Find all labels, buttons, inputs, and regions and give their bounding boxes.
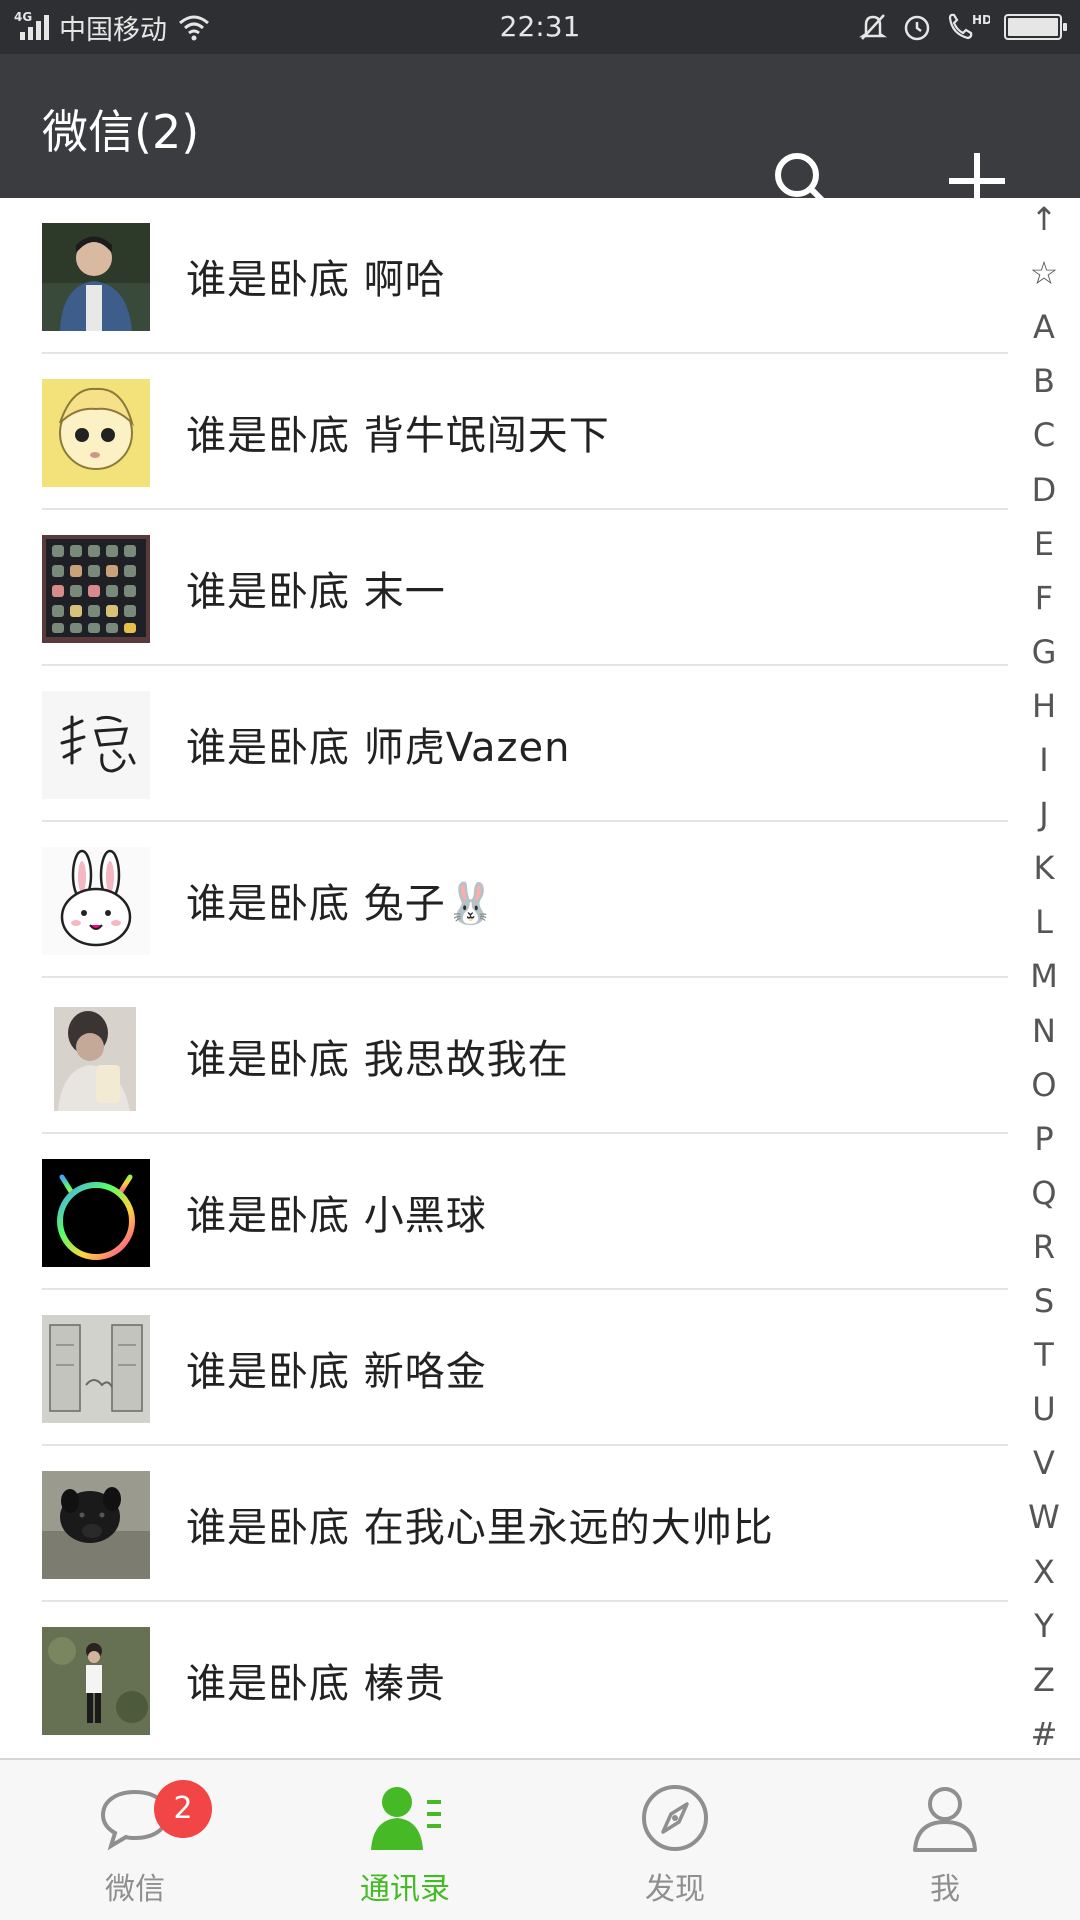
- index-letter[interactable]: ☆: [1008, 254, 1080, 292]
- status-bar: 4G 中国移动 22:31 HD: [0, 0, 1080, 54]
- contact-row[interactable]: 谁是卧底 小黑球: [0, 1134, 1008, 1290]
- index-letter[interactable]: L: [1008, 903, 1080, 941]
- index-letter[interactable]: V: [1008, 1444, 1080, 1482]
- contact-name: 谁是卧底 新咯金: [186, 1349, 487, 1395]
- index-letter[interactable]: O: [1008, 1066, 1080, 1104]
- contact-name: 谁是卧底 啊哈: [186, 257, 446, 303]
- index-letter[interactable]: X: [1008, 1553, 1080, 1591]
- index-letter[interactable]: C: [1008, 416, 1080, 454]
- alphabet-index-bar[interactable]: ↑ ☆ A B C D E F G H I J K L M N O P Q R S T U V W X Y Z #: [1008, 198, 1080, 1756]
- compass-icon: [642, 1785, 708, 1851]
- index-letter[interactable]: #: [1008, 1715, 1080, 1753]
- index-letter[interactable]: Y: [1008, 1607, 1080, 1645]
- hd-call-icon: HD: [948, 13, 990, 40]
- index-letter[interactable]: W: [1008, 1498, 1080, 1536]
- tab-discover[interactable]: 发现: [540, 1760, 810, 1920]
- contact-name: 谁是卧底 榛贵: [186, 1661, 446, 1707]
- contact-name: 谁是卧底 兔子🐰: [186, 881, 497, 927]
- tab-label: 我: [930, 1872, 960, 1907]
- index-letter[interactable]: Q: [1008, 1174, 1080, 1212]
- avatar: [42, 1315, 150, 1423]
- contact-name: 谁是卧底 背牛氓闯天下: [186, 413, 610, 459]
- avatar: [42, 691, 150, 799]
- contacts-icon: [371, 1787, 441, 1850]
- index-letter[interactable]: M: [1008, 957, 1080, 995]
- tab-label: 发现: [645, 1872, 705, 1907]
- index-letter[interactable]: Z: [1008, 1661, 1080, 1699]
- index-letter[interactable]: U: [1008, 1390, 1080, 1428]
- index-letter[interactable]: P: [1008, 1120, 1080, 1158]
- contact-row[interactable]: 谁是卧底 师虎Vazen: [0, 666, 1008, 822]
- index-letter[interactable]: D: [1008, 471, 1080, 509]
- index-letter[interactable]: N: [1008, 1012, 1080, 1050]
- avatar: [42, 1471, 150, 1579]
- index-letter[interactable]: A: [1008, 308, 1080, 346]
- avatar: [42, 379, 150, 487]
- contact-row[interactable]: 谁是卧底 末一: [0, 510, 1008, 666]
- contact-name: 谁是卧底 小黑球: [186, 1193, 487, 1239]
- contact-name: 谁是卧底 末一: [186, 569, 446, 615]
- bottom-tab-bar: 2 微信 通讯录 发现 我: [0, 1758, 1080, 1920]
- index-letter[interactable]: F: [1008, 579, 1080, 617]
- avatar: [42, 535, 150, 643]
- contact-row[interactable]: 谁是卧底 啊哈: [0, 198, 1008, 354]
- contact-list: 谁是卧底 啊哈 谁是卧底 背牛氓闯天下 谁是卧底 末一 谁是卧底 师虎Vazen…: [0, 198, 1008, 1758]
- index-letter[interactable]: G: [1008, 633, 1080, 671]
- index-letter[interactable]: ↑: [1008, 200, 1080, 238]
- top-app-bar: 微信(2): [0, 54, 1080, 209]
- index-letter[interactable]: S: [1008, 1282, 1080, 1320]
- avatar: [42, 223, 150, 331]
- battery-icon: [1004, 14, 1067, 40]
- tab-contacts[interactable]: 通讯录: [270, 1760, 540, 1920]
- alarm-icon: [904, 15, 930, 41]
- index-letter[interactable]: R: [1008, 1228, 1080, 1266]
- mute-bell-icon: [858, 14, 888, 40]
- tab-me[interactable]: 我: [810, 1760, 1080, 1920]
- tab-label: 通讯录: [360, 1872, 450, 1907]
- tab-chats[interactable]: 2 微信: [0, 1760, 270, 1920]
- avatar: [42, 1627, 150, 1735]
- index-letter[interactable]: E: [1008, 525, 1080, 563]
- contact-row[interactable]: 谁是卧底 兔子🐰: [0, 822, 1008, 978]
- person-icon: [913, 1787, 977, 1852]
- index-letter[interactable]: T: [1008, 1336, 1080, 1374]
- index-letter[interactable]: K: [1008, 849, 1080, 887]
- index-letter[interactable]: B: [1008, 362, 1080, 400]
- contact-row[interactable]: 谁是卧底 在我心里永远的大帅比: [0, 1446, 1008, 1602]
- avatar: [42, 847, 150, 955]
- avatar: [42, 1159, 150, 1267]
- contact-name: 谁是卧底 在我心里永远的大帅比: [186, 1505, 774, 1551]
- contact-row[interactable]: 谁是卧底 背牛氓闯天下: [0, 354, 1008, 510]
- unread-badge: 2: [154, 1780, 212, 1838]
- page-title: 微信(2): [42, 105, 200, 159]
- status-right: HD: [858, 10, 1067, 44]
- contact-name: 谁是卧底 我思故我在: [186, 1037, 569, 1083]
- contact-name: 谁是卧底 师虎Vazen: [186, 725, 571, 771]
- index-letter[interactable]: H: [1008, 687, 1080, 725]
- contact-row[interactable]: 谁是卧底 新咯金: [0, 1290, 1008, 1446]
- hd-label: HD: [972, 13, 990, 27]
- tab-label: 微信: [105, 1872, 165, 1907]
- index-letter[interactable]: I: [1008, 741, 1080, 779]
- index-letter[interactable]: J: [1008, 795, 1080, 833]
- contact-row[interactable]: 谁是卧底 榛贵: [0, 1602, 1008, 1758]
- avatar: [42, 1003, 150, 1111]
- contact-row[interactable]: 谁是卧底 我思故我在: [0, 978, 1008, 1134]
